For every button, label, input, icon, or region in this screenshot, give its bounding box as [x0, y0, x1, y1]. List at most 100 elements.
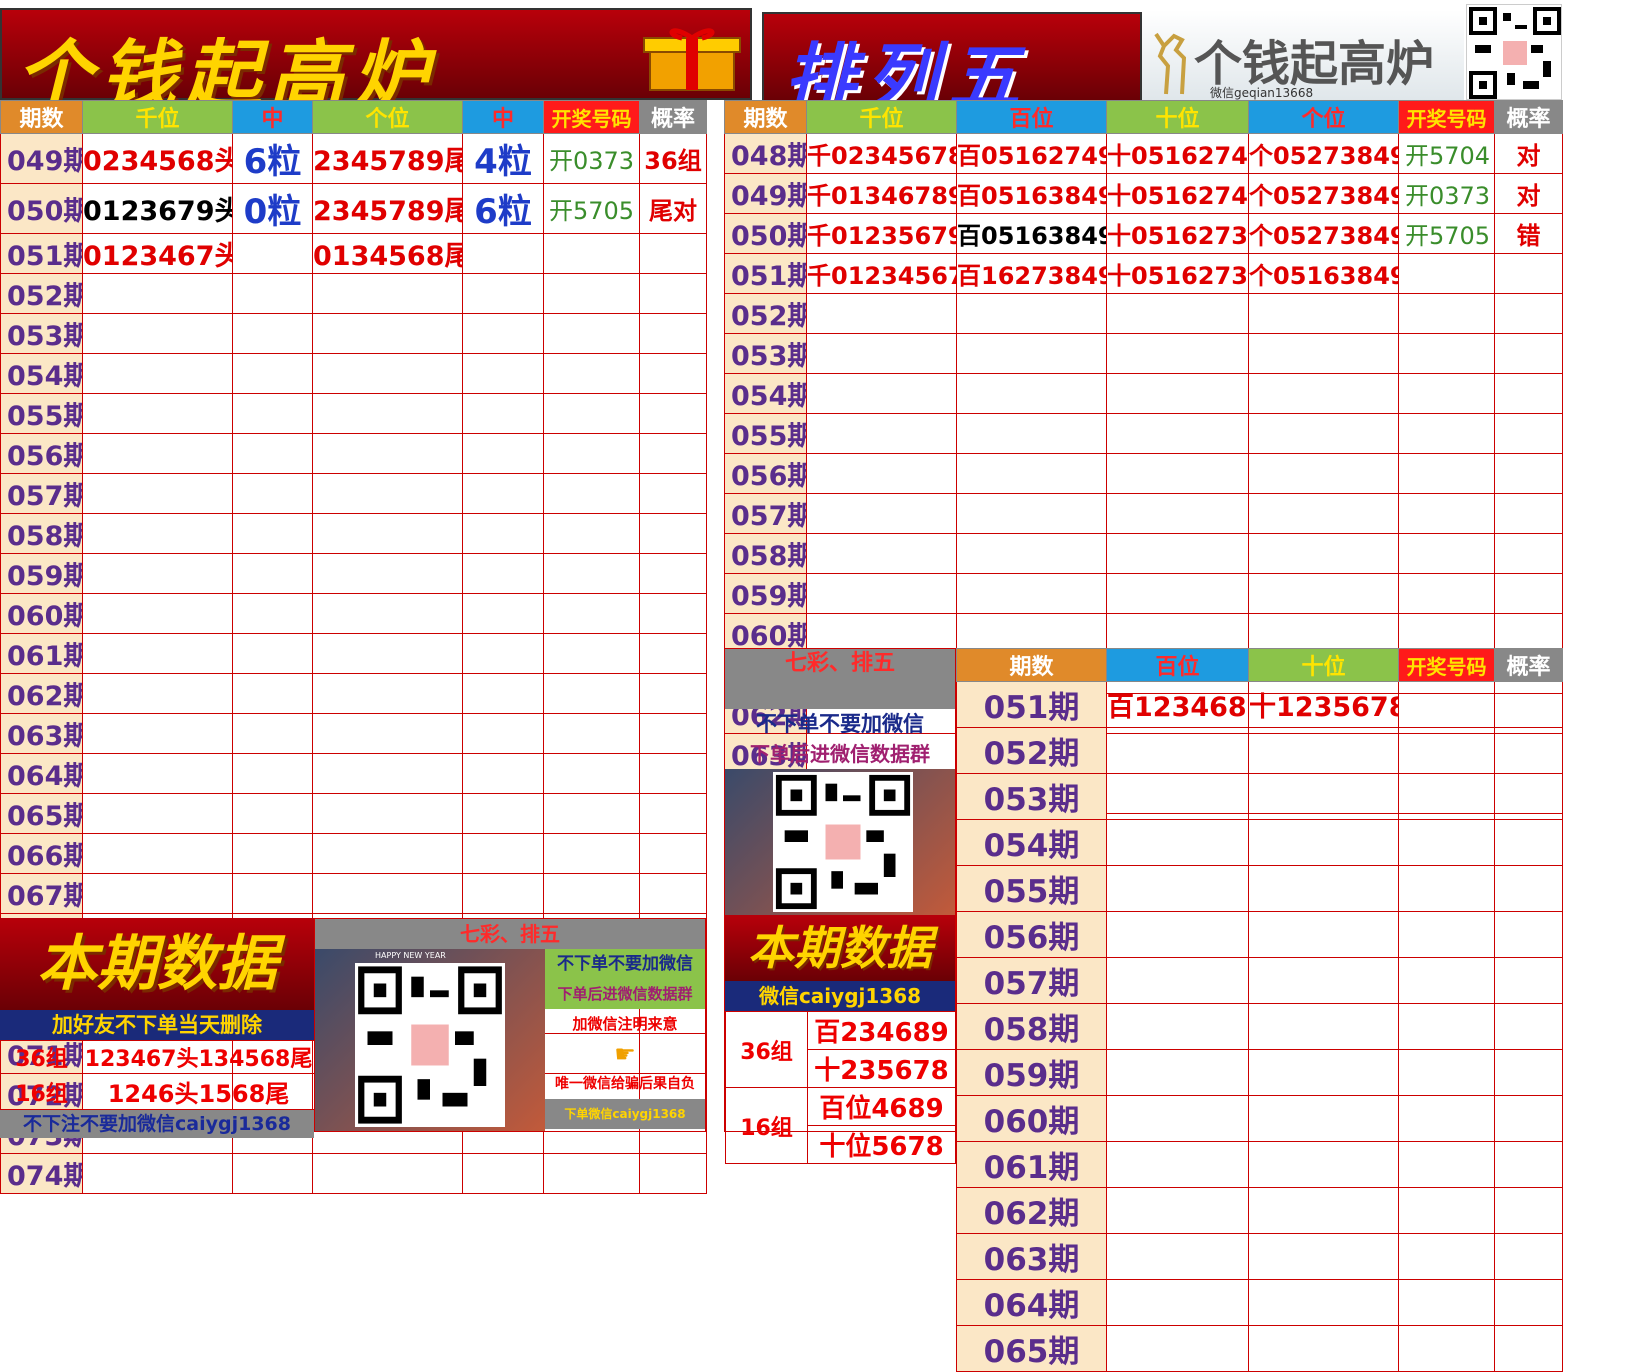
empty-cell	[1494, 773, 1563, 820]
empty-cell	[1494, 493, 1563, 534]
period-cell: 058期	[956, 1003, 1107, 1050]
period-cell: 050期	[724, 213, 807, 254]
empty-cell	[82, 553, 233, 594]
header-qian: 千位	[82, 100, 233, 134]
empty-cell	[1398, 413, 1495, 454]
empty-cell	[1106, 1187, 1249, 1234]
qian-cell: 0123679头	[82, 183, 233, 234]
header-shi: 十位	[1248, 648, 1399, 682]
table-row: 054期	[956, 819, 1563, 866]
shi-cell: 十05162738	[1106, 253, 1249, 294]
table-row: 051期千01234567百16273849十05162738个05163849	[724, 253, 1563, 294]
side-title: 七彩、排五	[725, 649, 955, 679]
qr-caption: HAPPY NEW YEAR	[375, 951, 446, 960]
table-row: 059期	[724, 573, 1563, 614]
empty-cell	[1398, 1003, 1495, 1050]
table-row: 056期	[0, 433, 707, 474]
draw-cell: 开5704	[1398, 133, 1495, 174]
empty-cell	[543, 433, 640, 474]
period-cell: 048期	[724, 133, 807, 174]
empty-cell	[543, 473, 640, 514]
period-cell: 054期	[0, 353, 83, 394]
note-only: 唯一微信给骗后果自负	[555, 1076, 695, 1092]
table-row: 049期 0234568头 6粒 2345789尾 4粒 开0373 36组	[0, 133, 707, 184]
header-draw: 开奖号码	[543, 100, 640, 134]
zhong-cell: 0粒	[232, 183, 313, 234]
table-row: 065期	[956, 1325, 1563, 1372]
empty-cell	[462, 673, 544, 714]
empty-cell	[1398, 773, 1495, 820]
qian-cell: 0234568头	[82, 133, 233, 184]
empty-cell	[312, 633, 463, 674]
empty-cell	[82, 433, 233, 474]
ge-cell: 个05273849	[1248, 133, 1399, 174]
empty-cell	[1398, 1279, 1495, 1326]
empty-cell	[312, 793, 463, 834]
empty-cell	[1248, 1325, 1399, 1372]
group-label: 36组	[725, 1011, 808, 1088]
table-row: 063期	[956, 1233, 1563, 1280]
table-row: 055期	[0, 393, 707, 434]
empty-cell	[1248, 773, 1399, 820]
period-cell: 056期	[0, 433, 83, 474]
empty-cell	[1398, 1049, 1495, 1096]
group16-label: 16组	[0, 1073, 83, 1110]
table-row: 055期	[956, 865, 1563, 912]
period-cell: 059期	[956, 1049, 1107, 1096]
table-row: 054期	[0, 353, 707, 394]
table-row: 050期千01235679百05163849十05162738个05273849…	[724, 213, 1563, 254]
period-cell: 049期	[0, 133, 83, 184]
table-row: 048期千02345678百05162749十05162749个05273849…	[724, 133, 1563, 174]
empty-cell	[1398, 293, 1495, 334]
empty-cell	[1398, 1233, 1495, 1280]
period-cell: 055期	[0, 393, 83, 434]
empty-cell	[1106, 1095, 1249, 1142]
empty-cell	[82, 393, 233, 434]
group-label: 16组	[725, 1087, 808, 1164]
empty-cell	[1248, 293, 1399, 334]
empty-cell	[1398, 1095, 1495, 1142]
period-cell: 059期	[0, 553, 83, 594]
empty-cell	[232, 673, 313, 714]
period-cell: 065期	[956, 1325, 1107, 1372]
empty-cell	[1494, 333, 1563, 374]
empty-cell	[1494, 1233, 1563, 1280]
empty-cell	[1398, 865, 1495, 912]
empty-cell	[312, 873, 463, 914]
empty-cell	[1494, 1141, 1563, 1188]
period-cell: 065期	[0, 793, 83, 834]
empty-cell	[1398, 533, 1495, 574]
empty-cell	[1494, 413, 1563, 454]
empty-cell	[1398, 911, 1495, 958]
empty-cell	[543, 513, 640, 554]
empty-cell	[462, 793, 544, 834]
empty-cell	[1398, 1187, 1495, 1234]
empty-cell	[1398, 493, 1495, 534]
empty-cell	[462, 353, 544, 394]
empty-cell	[639, 753, 707, 794]
empty-cell	[639, 553, 707, 594]
table-row: 053期	[956, 773, 1563, 820]
empty-cell	[1494, 533, 1563, 574]
period-cell: 053期	[724, 333, 807, 374]
empty-cell	[232, 273, 313, 314]
group36-value: 123467头134568尾	[82, 1040, 315, 1074]
empty-cell	[956, 493, 1107, 534]
empty-cell	[232, 433, 313, 474]
empty-cell	[1398, 957, 1495, 1004]
empty-cell	[462, 473, 544, 514]
empty-cell	[956, 533, 1107, 574]
empty-cell	[312, 313, 463, 354]
empty-cell	[232, 633, 313, 674]
ge-cell: 2345789尾	[312, 183, 463, 234]
empty-cell	[82, 313, 233, 354]
empty-cell	[806, 573, 957, 614]
empty-cell	[543, 633, 640, 674]
period-cell: 054期	[956, 819, 1107, 866]
table-row: 064期	[956, 1279, 1563, 1326]
empty-cell	[1248, 1141, 1399, 1188]
empty-cell	[1106, 453, 1249, 494]
table-row: 057期	[0, 473, 707, 514]
ge-cell: 2345789尾	[312, 133, 463, 184]
empty-cell	[82, 473, 233, 514]
